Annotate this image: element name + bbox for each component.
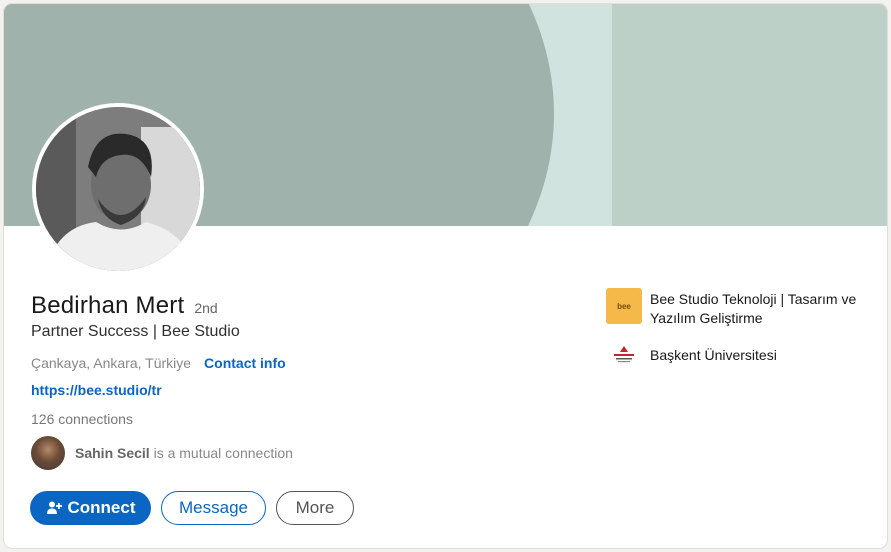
bee-studio-logo: bee [606,288,642,324]
bee-logo-text: bee [617,301,631,311]
message-button[interactable]: Message [161,491,266,525]
connect-label: Connect [67,498,136,517]
location-row: Çankaya, Ankara, Türkiye Contact info [31,355,286,371]
profile-avatar[interactable] [32,103,204,275]
profile-headline: Partner Success | Bee Studio [31,323,240,340]
mutual-text: Sahin Secil is a mutual connection [75,445,293,461]
profile-photo-figure [36,107,200,271]
profile-location: Çankaya, Ankara, Türkiye [31,355,192,371]
mutual-avatar [31,436,65,470]
mutual-name: Sahin Secil [75,445,150,461]
profile-actions: Connect Message More [30,491,354,525]
university-logo-icon [606,344,642,366]
add-person-icon [46,500,62,516]
profile-name: Bedirhan Mert [31,292,185,319]
name-row: Bedirhan Mert 2nd [31,292,218,320]
profile-photo [36,107,200,271]
education-school[interactable]: Başkent Üniversitesi [606,344,866,366]
profile-card: Bedirhan Mert 2nd Partner Success | Bee … [4,4,887,548]
mutual-connection[interactable]: Sahin Secil is a mutual connection [31,436,293,470]
school-name: Başkent Üniversitesi [650,347,777,363]
connect-button[interactable]: Connect [30,491,151,525]
current-company[interactable]: bee Bee Studio Teknoloji | Tasarım ve Ya… [606,288,866,328]
connections-count[interactable]: 126 connections [31,411,133,427]
more-button[interactable]: More [276,491,354,525]
company-name: Bee Studio Teknoloji | Tasarım ve Yazılı… [650,291,857,326]
website-link[interactable]: https://bee.studio/tr [31,382,162,398]
mutual-suffix: is a mutual connection [149,445,293,461]
experience-education: bee Bee Studio Teknoloji | Tasarım ve Ya… [606,288,866,382]
connection-degree: 2nd [194,300,218,316]
contact-info-link[interactable]: Contact info [204,355,286,371]
